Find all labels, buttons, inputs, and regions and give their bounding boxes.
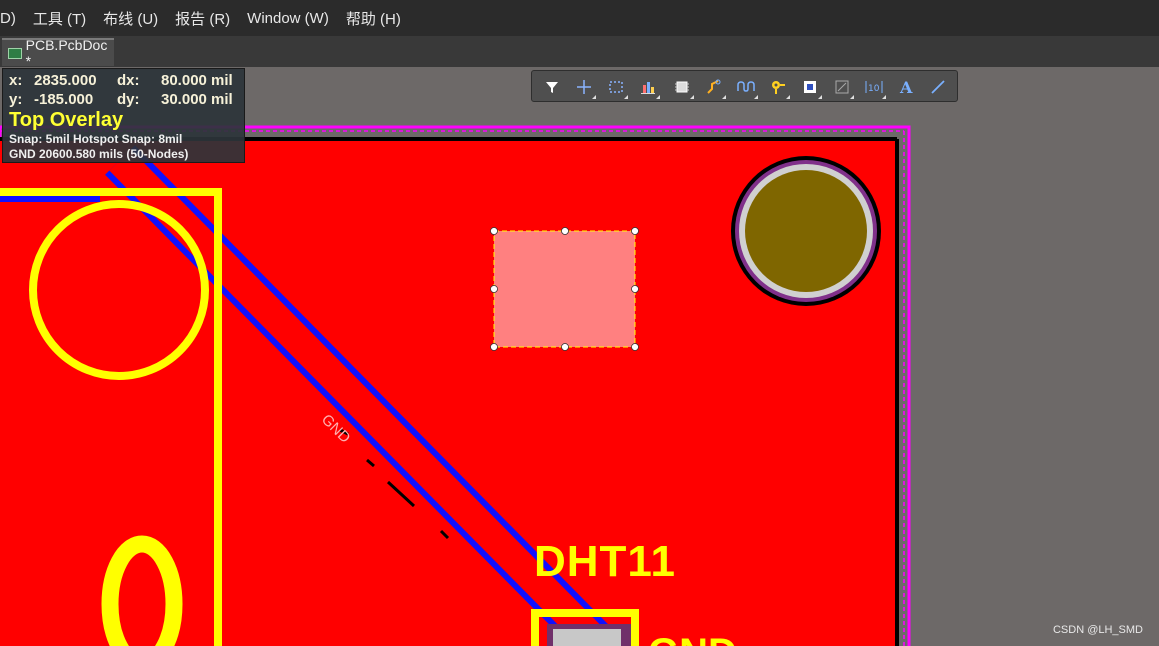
line-icon[interactable] [926,75,950,99]
select-rect-icon[interactable] [604,75,628,99]
tune-icon[interactable] [734,75,758,99]
dimension-icon[interactable]: 10 [862,75,886,99]
menu-item-window[interactable]: Window (W) [247,10,329,27]
text-icon[interactable]: A [894,75,918,99]
tab-label: PCB.PcbDoc * [25,37,108,69]
hud-snap-info: Snap: 5mil Hotspot Snap: 8mil [9,132,183,146]
hud-y-value: -185.000 [34,91,94,108]
hud-dy-label: dy: [117,91,140,108]
menu-item-partial[interactable]: D) [0,10,16,27]
filter-icon[interactable] [540,75,564,99]
selected-pad [493,230,636,348]
mounting-hole-drill [745,170,867,292]
align-icon[interactable] [636,75,660,99]
hud-dx-label: dx: [117,72,140,89]
menu-bar: D) 工具 (T) 布线 (U) 报告 (R) Window (W) 帮助 (H… [0,0,1159,36]
hud-dx-value: 80.000 mil [161,72,233,89]
hud-net-info: GND 20600.580 mils (50-Nodes) [9,147,189,161]
via-icon[interactable] [766,75,790,99]
menu-item-help[interactable]: 帮助 (H) [346,8,401,29]
tab-pcb-document[interactable]: PCB.PcbDoc * [2,37,114,69]
svg-text:A: A [899,79,913,95]
document-tab-bar: PCB.PcbDoc * [0,36,1159,69]
menu-item-tools[interactable]: 工具 (T) [33,8,86,29]
hud-y-label: y: [9,91,23,108]
partial-net-label: GND [648,633,737,646]
heads-up-display: x: 2835.000 dx: 80.000 mil y: -185.000 d… [2,68,245,163]
hud-x-label: x: [9,72,23,89]
fill-icon[interactable] [798,75,822,99]
svg-text:10: 10 [868,84,880,94]
watermark: CSDN @LH_SMD [1052,624,1143,636]
route-icon[interactable] [702,75,726,99]
hud-dy-value: 30.000 mil [161,91,233,108]
pcb-document-icon [8,47,22,59]
dht11-pad [553,629,621,646]
region-icon[interactable] [830,75,854,99]
menu-item-route[interactable]: 布线 (U) [103,8,158,29]
component-designator[interactable]: DHT11 [534,540,676,584]
hud-layer-name: Top Overlay [9,109,124,131]
hud-x-value: 2835.000 [34,72,97,89]
crosshair-icon[interactable] [572,75,596,99]
component-icon[interactable] [670,75,694,99]
menu-item-reports[interactable]: 报告 (R) [175,8,230,29]
active-bar-toolbar: 10 A [531,70,958,102]
